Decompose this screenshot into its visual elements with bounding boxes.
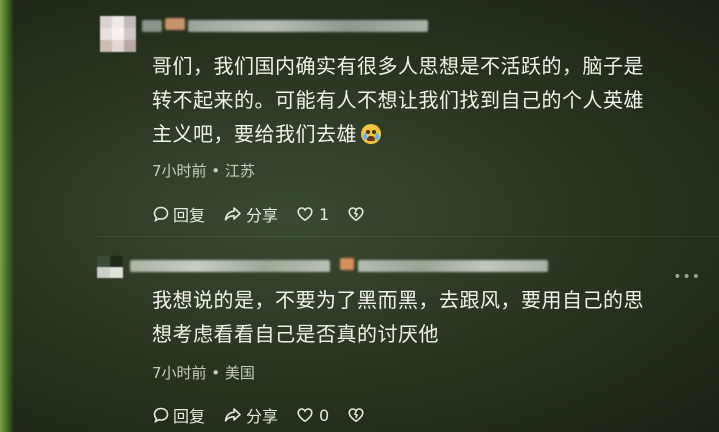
like-button[interactable]: 0	[296, 406, 329, 425]
like-count: 0	[319, 405, 330, 425]
comment-meta: 7小时前 • 美国	[152, 364, 255, 382]
comment-text-line: 我想说的是，不要为了黑而黑，去跟风，要用自己的思	[152, 288, 644, 312]
avatar[interactable]	[97, 256, 123, 278]
comment-item: ••• 我想说的是，不要为了黑而黑，去跟风，要用自己的思 想考虑看看自己是否真的…	[0, 0, 719, 432]
username-blurred[interactable]	[130, 260, 330, 272]
share-arrow-icon	[224, 408, 241, 422]
dislike-button[interactable]	[347, 406, 365, 424]
share-button[interactable]: 分享	[223, 403, 278, 427]
username-blurred	[340, 258, 354, 270]
comment-text: 我想说的是，不要为了黑而黑，去跟风，要用自己的思 想考虑看看自己是否真的讨厌他	[152, 283, 692, 351]
reply-button[interactable]: 回复	[152, 403, 205, 427]
share-label: 分享	[246, 407, 279, 426]
heart-icon	[297, 408, 313, 423]
username-blurred	[358, 260, 548, 272]
reply-label: 回复	[173, 407, 206, 426]
reply-bubble-icon	[153, 407, 169, 424]
broken-heart-icon	[348, 408, 364, 423]
comment-actions: 回复 分享 0	[152, 403, 383, 427]
comment-text-line: 想考虑看看自己是否真的讨厌他	[152, 322, 439, 346]
